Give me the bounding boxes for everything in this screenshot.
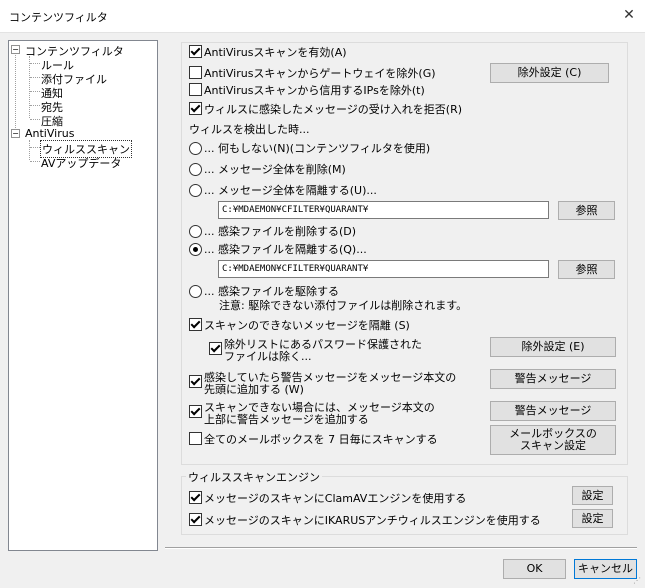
- collapse-icon[interactable]: −: [11, 129, 20, 138]
- message-quarantine-path-field[interactable]: C:¥MDAEMON¥CFILTER¥QUARANT¥: [218, 201, 549, 219]
- delete-infected-file-radio[interactable]: [189, 225, 202, 238]
- on-detect-heading: ウィルスを検出した時...: [189, 123, 310, 136]
- quarantine-infected-file-radio[interactable]: [189, 243, 202, 256]
- exclude-trusted-ips-checkbox[interactable]: [189, 83, 202, 96]
- scan-all-mailboxes-checkbox[interactable]: [189, 432, 202, 445]
- quarantine-unscannable-label: スキャンのできないメッセージを隔離 (S): [204, 319, 410, 332]
- reject-infected-checkbox[interactable]: [189, 102, 202, 115]
- browse-button-2[interactable]: 参照: [558, 260, 615, 279]
- tree-item-av-updater[interactable]: AVアップデータ: [41, 155, 121, 171]
- clean-note: 注意: 駆除できない添付ファイルは削除されます。: [219, 299, 468, 312]
- warning-message-button-2[interactable]: 警告メッセージ: [490, 401, 616, 421]
- ikarus-label: メッセージのスキャンにIKARUSアンチウィルスエンジンを使用する: [204, 514, 541, 527]
- exclusion-settings-c-button[interactable]: 除外設定 (C): [490, 63, 609, 83]
- exclude-password-protected-checkbox[interactable]: [209, 342, 222, 355]
- file-quarantine-path-field[interactable]: C:¥MDAEMON¥CFILTER¥QUARANT¥: [218, 260, 549, 278]
- quarantine-unscannable-checkbox[interactable]: [189, 318, 202, 331]
- ikarus-settings-button[interactable]: 設定: [572, 509, 613, 528]
- exclude-gateway-checkbox[interactable]: [189, 66, 202, 79]
- do-nothing-label: ... 何もしない(N)(コンテンツフィルタを使用): [204, 142, 431, 155]
- reject-infected-label: ウィルスに感染したメッセージの受け入れを拒否(R): [204, 103, 463, 116]
- delete-infected-file-label: ... 感染ファイルを削除する(D): [204, 225, 357, 238]
- exclude-trusted-ips-label: AntiVirusスキャンから信用するIPsを除外(t): [204, 84, 425, 97]
- exclude-password-label-2: ファイルは除く...: [224, 350, 312, 363]
- unscannable-warning-checkbox[interactable]: [189, 405, 202, 418]
- clamav-settings-button[interactable]: 設定: [572, 486, 613, 505]
- browse-button-1[interactable]: 参照: [558, 201, 615, 220]
- ok-button[interactable]: OK: [503, 559, 566, 579]
- unscannable-warning-label-2: 上部に警告メッセージを追加する: [204, 413, 369, 426]
- mailbox-scan-settings-button[interactable]: メールボックスの スキャン設定: [490, 425, 616, 455]
- footer-separator: [165, 547, 637, 549]
- mailbox-scan-settings-line2: スキャン設定: [520, 439, 586, 452]
- clamav-checkbox[interactable]: [189, 491, 202, 504]
- add-warning-label-2: 先頭に追加する (W): [204, 383, 304, 396]
- clamav-label: メッセージのスキャンにClamAVエンジンを使用する: [204, 492, 467, 505]
- navigation-tree[interactable]: − コンテンツフィルタ ルール 添付ファイル 通知 宛先 圧縮 − AntiVi…: [8, 40, 158, 551]
- warning-message-button-1[interactable]: 警告メッセージ: [490, 369, 616, 389]
- delete-message-label: ... メッセージ全体を削除(M): [204, 163, 346, 176]
- tree-item-antivirus[interactable]: AntiVirus: [25, 127, 74, 140]
- collapse-icon[interactable]: −: [11, 45, 20, 54]
- scan-all-mailboxes-label: 全てのメールボックスを 7 日毎にスキャンする: [204, 433, 438, 446]
- close-icon[interactable]: ✕: [620, 6, 638, 24]
- resize-grip-icon[interactable]: ⋰: [633, 576, 643, 586]
- exclusion-settings-e-button[interactable]: 除外設定 (E): [490, 337, 616, 357]
- quarantine-infected-file-label: ... 感染ファイルを隔離する(Q)...: [204, 243, 367, 256]
- quarantine-message-radio[interactable]: [189, 184, 202, 197]
- clean-infected-file-radio[interactable]: [189, 285, 202, 298]
- exclude-gateway-label: AntiVirusスキャンからゲートウェイを除外(G): [204, 67, 436, 80]
- enable-antivirus-checkbox[interactable]: [189, 45, 202, 58]
- cancel-button[interactable]: キャンセル: [574, 559, 637, 579]
- enable-antivirus-label: AntiVirusスキャンを有効(A): [204, 46, 347, 59]
- ikarus-checkbox[interactable]: [189, 513, 202, 526]
- do-nothing-radio[interactable]: [189, 142, 202, 155]
- tree-item-content-filter[interactable]: コンテンツフィルタ: [25, 43, 124, 59]
- quarantine-message-label: ... メッセージ全体を隔離する(U)...: [204, 184, 377, 197]
- delete-message-radio[interactable]: [189, 163, 202, 176]
- add-warning-checkbox[interactable]: [189, 375, 202, 388]
- window-title: コンテンツフィルタ: [9, 11, 108, 24]
- scan-engine-group-title: ウィルススキャンエンジン: [186, 469, 322, 485]
